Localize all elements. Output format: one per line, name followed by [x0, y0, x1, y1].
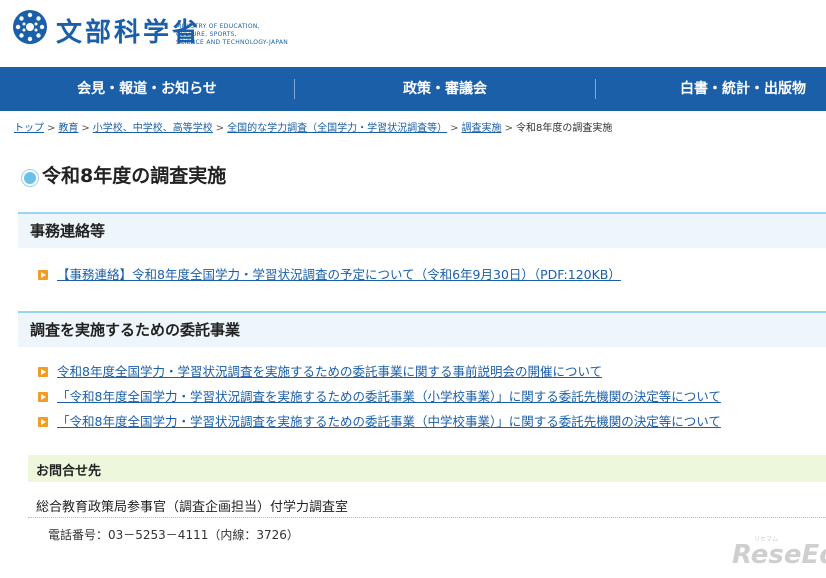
breadcrumb-link-implementation[interactable]: 調査実施	[462, 123, 502, 134]
arrow-bullet-icon	[38, 417, 48, 427]
contract-link-elementary[interactable]: 「令和8年度全国学力・学習状況調査を実施するための委託事業（小学校事業）」に関す…	[57, 387, 721, 407]
logo-english-line: SCIENCE AND TECHNOLOGY-JAPAN	[176, 39, 289, 46]
breadcrumb-link-survey[interactable]: 全国的な学力調査（全国学力・学習状況調査等）	[227, 123, 447, 134]
notice-link[interactable]: 【事務連絡】令和8年度全国学力・学習状況調査の予定について（令和6年9月30日）…	[57, 265, 621, 285]
section-heading-text: 事務連絡等	[30, 222, 106, 240]
contact-heading-text: お問合せ先	[36, 464, 102, 479]
breadcrumb-separator: >	[215, 123, 225, 134]
breadcrumb-link-schools[interactable]: 小学校、中学校、高等学校	[93, 123, 213, 134]
contact-phone: 電話番号：03－5253－4111（内線：3726）	[48, 528, 299, 542]
breadcrumb-separator: >	[504, 123, 513, 134]
nav-item-press[interactable]: 会見・報道・お知らせ	[0, 67, 294, 111]
breadcrumb-link-top[interactable]: トップ	[14, 123, 44, 134]
section-heading-notices: 事務連絡等	[18, 212, 826, 248]
global-nav: 会見・報道・お知らせ 政策・審議会 白書・統計・出版物	[0, 67, 826, 111]
logo-english: MINISTRY OF EDUCATION, CULTURE, SPORTS, …	[176, 23, 288, 47]
arrow-bullet-icon	[38, 392, 48, 402]
breadcrumb-separator: >	[47, 123, 56, 134]
breadcrumb: トップ > 教育 > 小学校、中学校、高等学校 > 全国的な学力調査（全国学力・学習状況調査…	[14, 119, 612, 134]
contact-heading: お問合せ先	[28, 455, 826, 482]
logo-english-line: CULTURE, SPORTS,	[176, 31, 237, 38]
breadcrumb-separator: >	[450, 123, 459, 134]
contact-organization: 総合教育政策局参事官（調査企画担当）付学力調査室	[36, 500, 349, 515]
title-bullet-icon	[22, 170, 38, 186]
arrow-bullet-icon	[38, 367, 48, 377]
mext-logo-icon[interactable]	[12, 9, 48, 45]
arrow-bullet-icon	[38, 270, 48, 280]
nav-item-publications[interactable]: 白書・統計・出版物	[596, 67, 826, 111]
nav-item-policy[interactable]: 政策・審議会	[295, 67, 595, 111]
section-heading-contract: 調査を実施するための委託事業	[18, 311, 826, 347]
contract-link-briefing[interactable]: 令和8年度全国学力・学習状況調査を実施するための委託事業に関する事前説明会の開催…	[57, 362, 602, 382]
watermark-logo: ReseEd	[732, 540, 826, 570]
breadcrumb-current: 令和8年度の調査実施	[515, 123, 613, 134]
breadcrumb-link-education[interactable]: 教育	[58, 123, 78, 134]
site-header: 文部科学省 MINISTRY OF EDUCATION, CULTURE, SP…	[0, 0, 826, 67]
divider	[28, 517, 826, 519]
breadcrumb-separator: >	[81, 123, 90, 134]
contract-link-junior-high[interactable]: 「令和8年度全国学力・学習状況調査を実施するための委託事業（中学校事業）」に関す…	[57, 412, 721, 432]
logo-english-line: MINISTRY OF EDUCATION,	[176, 23, 260, 30]
page-title: 令和8年度の調査実施	[42, 165, 227, 187]
section-heading-text: 調査を実施するための委託事業	[30, 321, 241, 339]
